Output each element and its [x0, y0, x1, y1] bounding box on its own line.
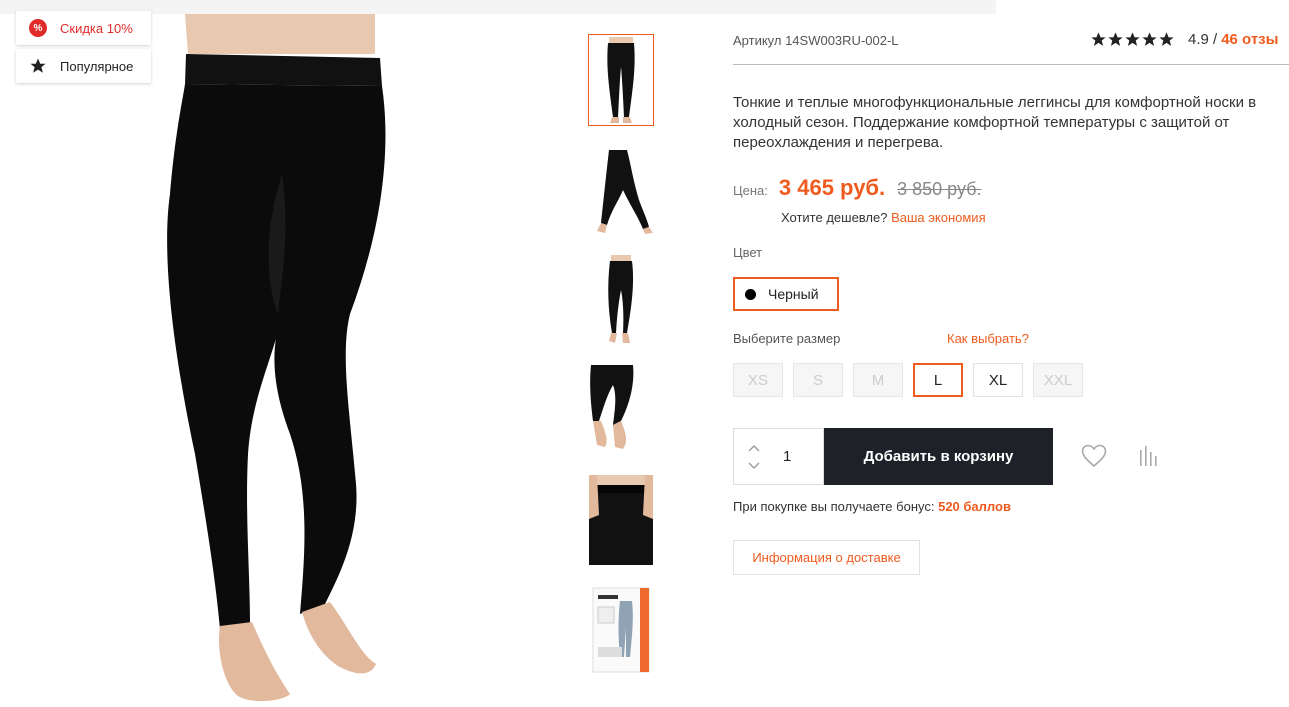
chevron-down-icon[interactable]	[748, 462, 760, 470]
price-row: Цена: 3 465 руб. 3 850 руб.	[733, 175, 982, 201]
bonus-text: При покупке вы получаете бонус:	[733, 499, 935, 514]
old-price: 3 850 руб.	[897, 179, 982, 199]
cheaper-row: Хотите дешевле? Ваша экономия	[781, 210, 986, 225]
rating-block: 4.9 / 46 отзы	[1090, 31, 1289, 48]
compare-icon[interactable]	[1138, 446, 1158, 473]
discount-badge-label: Скидка 10%	[60, 20, 133, 36]
star-icon	[1125, 32, 1140, 46]
thumbnail-list	[588, 34, 656, 694]
size-option-xxl[interactable]: XXL	[1033, 363, 1083, 397]
discount-badge: % Скидка 10%	[16, 11, 151, 45]
current-price: 3 465 руб.	[778, 175, 886, 200]
thumbnail-1[interactable]	[588, 34, 654, 126]
rating-stars	[1090, 31, 1175, 48]
color-swatch	[745, 288, 756, 300]
header-divider	[733, 64, 1289, 65]
size-option-xs[interactable]: XS	[733, 363, 783, 397]
quantity-input[interactable]: 1	[774, 429, 823, 484]
size-option-m[interactable]: M	[853, 363, 903, 397]
size-option-xl[interactable]: XL	[973, 363, 1023, 397]
color-option-label: Черный	[768, 286, 819, 302]
popular-badge: Популярное	[16, 49, 151, 83]
delivery-info-button[interactable]: Информация о доставке	[733, 540, 920, 575]
size-option-l[interactable]: L	[913, 363, 963, 397]
main-product-image[interactable]	[20, 14, 542, 707]
color-option-black[interactable]: Черный	[733, 277, 839, 311]
size-option-s[interactable]: S	[793, 363, 843, 397]
price-label: Цена:	[733, 183, 768, 198]
thumbnail-2[interactable]	[588, 144, 654, 236]
size-label: Выберите размер	[733, 331, 841, 346]
add-to-cart-button[interactable]: Добавить в корзину	[824, 428, 1053, 485]
star-icon	[1142, 32, 1157, 46]
rating-value: 4.9 /	[1188, 31, 1218, 48]
thumbnail-5[interactable]	[588, 474, 654, 566]
chevron-up-icon[interactable]	[748, 444, 760, 452]
article-number: Артикул 14SW003RU-002-L	[733, 33, 899, 48]
star-icon	[1091, 32, 1106, 46]
bonus-amount: 520 баллов	[938, 499, 1011, 514]
bonus-info: При покупке вы получаете бонус: 520 балл…	[733, 499, 1011, 514]
product-description: Тонкие и теплые многофункциональные легг…	[733, 94, 1257, 151]
thumbnail-3[interactable]	[588, 254, 654, 346]
thumbnail-4[interactable]	[588, 364, 654, 456]
size-options: XS S M L XL XXL	[733, 363, 1093, 397]
thumbnail-6-package[interactable]	[588, 584, 654, 676]
size-guide-link[interactable]: Как выбрать?	[947, 331, 1029, 346]
cheaper-text: Хотите дешевле?	[781, 210, 888, 225]
reviews-link[interactable]: 46 отзы	[1221, 31, 1278, 48]
popular-badge-label: Популярное	[60, 58, 134, 74]
heart-icon[interactable]	[1081, 444, 1107, 473]
savings-link[interactable]: Ваша экономия	[891, 210, 986, 225]
star-icon	[1108, 32, 1123, 46]
percent-icon: %	[16, 19, 60, 37]
star-icon	[1159, 32, 1174, 46]
star-icon	[16, 57, 60, 75]
quantity-arrows	[734, 429, 774, 484]
color-label: Цвет	[733, 245, 763, 260]
quantity-stepper: 1	[733, 428, 824, 485]
